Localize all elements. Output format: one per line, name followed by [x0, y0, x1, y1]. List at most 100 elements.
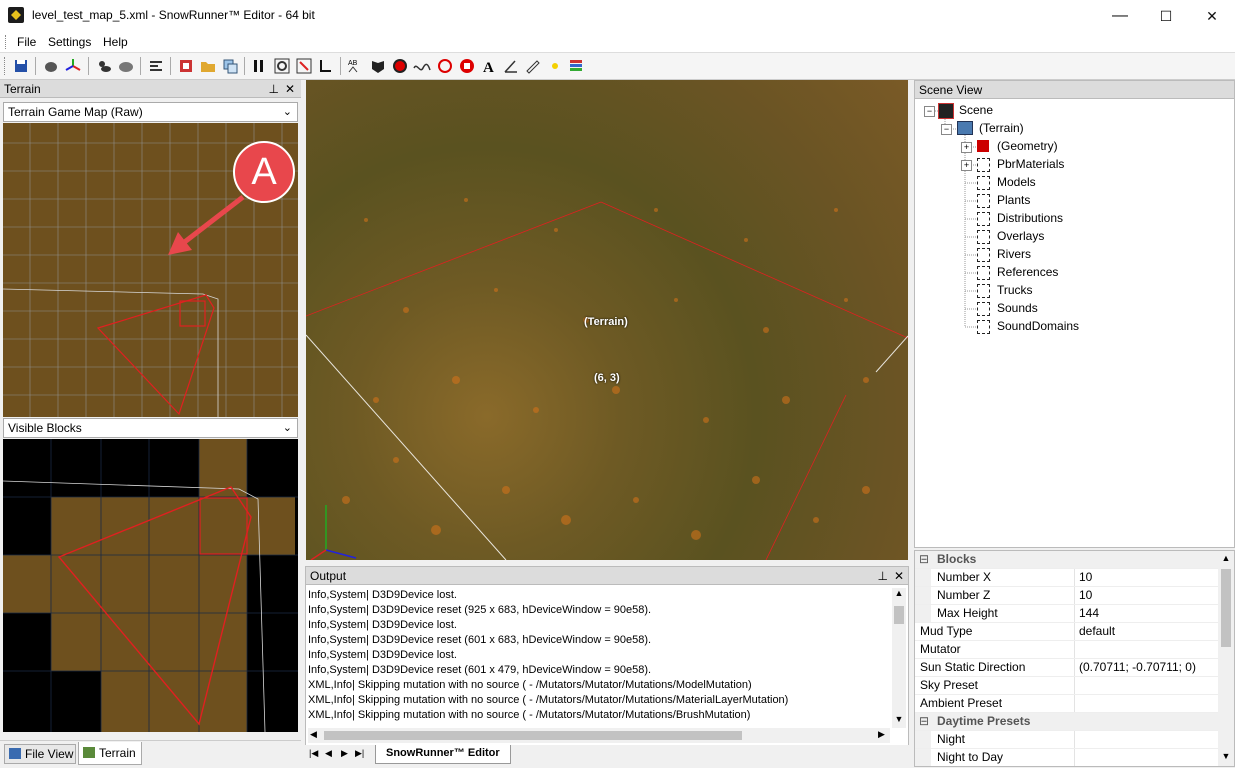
sync-icon[interactable]	[177, 57, 195, 75]
scroll-thumb[interactable]	[894, 606, 904, 624]
pause-icon[interactable]	[250, 57, 268, 75]
tree-pbrmaterials[interactable]: PbrMaterials	[997, 157, 1064, 171]
property-value[interactable]: 10	[1079, 569, 1215, 586]
viewport-3d[interactable]: (Terrain) (6, 3)	[306, 80, 908, 560]
property-row[interactable]: Sky Preset	[915, 677, 1218, 695]
property-row[interactable]: Night	[915, 731, 1218, 749]
teapot-icon[interactable]	[42, 57, 60, 75]
tab-nav-next[interactable]: ▶	[341, 748, 348, 759]
property-group[interactable]: ⊟ Blocks	[915, 551, 1218, 569]
tree-overlays[interactable]: Overlays	[997, 229, 1044, 243]
property-row[interactable]: Night to Day	[915, 749, 1218, 766]
save-icon[interactable]	[12, 57, 30, 75]
cloud-icon[interactable]	[117, 57, 135, 75]
tree-rivers[interactable]: Rivers	[997, 247, 1031, 261]
red-circle-icon[interactable]	[436, 57, 454, 75]
menu-file[interactable]: File	[17, 35, 36, 49]
tab-nav-prev[interactable]: ◀	[325, 748, 332, 759]
scroll-up-icon[interactable]: ▲	[1218, 553, 1234, 563]
folder-icon	[977, 320, 990, 334]
tab-terrain[interactable]: Terrain	[78, 742, 142, 765]
tab-file-view[interactable]: File View	[4, 744, 76, 764]
collapse-icon[interactable]: ⊟	[919, 551, 929, 568]
tab-nav-last[interactable]: ▶|	[355, 748, 364, 759]
collapse-toggle[interactable]: −	[941, 124, 952, 135]
expand-toggle[interactable]: +	[961, 142, 972, 153]
scroll-down-icon[interactable]: ▼	[1218, 751, 1234, 761]
property-group[interactable]: ⊟ Daytime Presets	[915, 713, 1218, 731]
output-hscrollbar[interactable]: ◀ ▶	[308, 728, 890, 743]
record-icon[interactable]	[391, 57, 409, 75]
menu-help[interactable]: Help	[103, 35, 128, 49]
tree-terrain[interactable]: (Terrain)	[978, 121, 1025, 135]
tree-scene[interactable]: Scene	[959, 103, 993, 117]
tab-nav-first[interactable]: |◀	[309, 748, 318, 759]
expand-toggle[interactable]: +	[961, 160, 972, 171]
property-row[interactable]: Mutator	[915, 641, 1218, 659]
property-value[interactable]: default	[1079, 623, 1215, 640]
tree-plants[interactable]: Plants	[997, 193, 1030, 207]
close-button[interactable]: ✕	[1189, 0, 1235, 32]
terrain-map-select[interactable]: Terrain Game Map (Raw) ⌄	[3, 102, 298, 122]
visible-blocks-select[interactable]: Visible Blocks ⌄	[3, 418, 298, 438]
folder-icon	[977, 212, 990, 226]
minimize-button[interactable]: —	[1097, 0, 1143, 32]
close-icon[interactable]: ✕	[894, 567, 904, 585]
corner-icon[interactable]	[316, 57, 334, 75]
tree-references[interactable]: References	[997, 265, 1058, 279]
maximize-button[interactable]: ☐	[1143, 0, 1189, 32]
scroll-up-icon[interactable]: ▲	[892, 588, 906, 602]
menu-settings[interactable]: Settings	[48, 35, 91, 49]
scroll-thumb[interactable]	[324, 731, 742, 740]
light-icon[interactable]	[546, 57, 564, 75]
open-folder-icon[interactable]	[199, 57, 217, 75]
collapse-icon[interactable]: ⊟	[919, 713, 929, 730]
property-row[interactable]: Number X 10	[915, 569, 1218, 587]
property-value[interactable]: 144	[1079, 605, 1215, 622]
property-grid: ⊟ Blocks Number X 10 Number Z 10 Max Height 144…	[914, 550, 1235, 767]
property-row[interactable]: Mud Type default	[915, 623, 1218, 641]
app-icon[interactable]	[8, 7, 24, 23]
property-value[interactable]: 10	[1079, 587, 1215, 604]
tree-models[interactable]: Models	[997, 175, 1036, 189]
copy-icon[interactable]	[221, 57, 239, 75]
property-name: Sky Preset	[920, 678, 979, 692]
property-scrollbar[interactable]: ▲ ▼	[1218, 551, 1234, 766]
weather-icon[interactable]	[95, 57, 113, 75]
tab-snowrunner-editor[interactable]: SnowRunner™ Editor	[375, 745, 511, 764]
close-icon[interactable]: ✕	[285, 80, 295, 98]
scroll-right-icon[interactable]: ▶	[878, 729, 885, 740]
output-vscrollbar[interactable]: ▲ ▼	[892, 588, 906, 728]
angle-icon[interactable]	[502, 57, 520, 75]
property-value[interactable]: (0.70711; -0.70711; 0)	[1079, 659, 1215, 676]
collapse-toggle[interactable]: −	[924, 106, 935, 117]
text-select-icon[interactable]: AB	[346, 57, 364, 75]
terrain-map-view[interactable]	[3, 123, 298, 417]
scroll-thumb[interactable]	[1221, 569, 1231, 647]
mask-icon[interactable]	[369, 57, 387, 75]
property-row[interactable]: Number Z 10	[915, 587, 1218, 605]
scroll-left-icon[interactable]: ◀	[310, 729, 317, 740]
property-row[interactable]: Sun Static Direction (0.70711; -0.70711; …	[915, 659, 1218, 677]
wave-icon[interactable]	[413, 57, 431, 75]
tree-geometry[interactable]: (Geometry)	[997, 139, 1058, 153]
layers-icon[interactable]	[567, 57, 585, 75]
pin-icon[interactable]: ⊥	[878, 567, 888, 585]
output-log[interactable]: Info,System| D3D9Device lost. Info,Syste…	[308, 588, 890, 728]
tree-sounddomains[interactable]: SoundDomains	[997, 319, 1079, 333]
stop-red-icon[interactable]	[458, 57, 476, 75]
pin-icon[interactable]: ⊥	[269, 80, 279, 98]
property-row[interactable]: Max Height 144	[915, 605, 1218, 623]
tree-trucks[interactable]: Trucks	[997, 283, 1033, 297]
zoom-icon[interactable]	[273, 57, 291, 75]
ruler-icon[interactable]	[524, 57, 542, 75]
tree-distributions[interactable]: Distributions	[997, 211, 1063, 225]
font-icon[interactable]: A	[480, 57, 498, 75]
align-icon[interactable]	[147, 57, 165, 75]
axis-icon[interactable]	[64, 57, 82, 75]
property-row[interactable]: Ambient Preset	[915, 695, 1218, 713]
tree-sounds[interactable]: Sounds	[997, 301, 1038, 315]
stop-icon[interactable]	[295, 57, 313, 75]
visible-blocks-view[interactable]	[3, 439, 298, 732]
scroll-down-icon[interactable]: ▼	[892, 714, 906, 728]
